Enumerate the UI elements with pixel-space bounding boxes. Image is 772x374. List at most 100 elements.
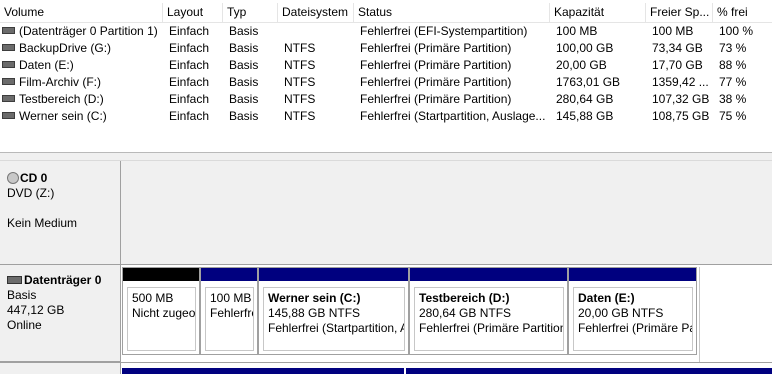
cd-media-area[interactable] xyxy=(121,161,772,265)
filesystem-cell: NTFS xyxy=(284,58,316,72)
cd-type: DVD (Z:) xyxy=(7,186,55,200)
volume-cell: BackupDrive (G:) xyxy=(0,40,165,57)
layout-cell: Einfach xyxy=(169,24,210,38)
partition-body: 100 MB Fehlerfrei (EFI-Systempartition) xyxy=(205,287,254,351)
partition-bar xyxy=(569,268,696,281)
column-header-type[interactable]: Typ xyxy=(223,3,278,22)
volume-icon xyxy=(2,61,15,69)
table-row[interactable]: BackupDrive (G:) Einfach Basis NTFS Fehl… xyxy=(0,40,772,57)
layout-cell: Einfach xyxy=(169,109,210,123)
capacity-cell: 20,00 GB xyxy=(556,58,607,72)
partition-body: Daten (E:) 20,00 GB NTFS Fehlerfrei (Pri… xyxy=(573,287,693,351)
disk0-size: 447,12 GB xyxy=(7,303,65,317)
partition-bar xyxy=(201,268,257,281)
partition-unallocated[interactable]: 500 MB Nicht zugeordnet xyxy=(122,267,200,355)
type-cell: Basis xyxy=(229,75,259,89)
free-space-cell: 73,34 GB xyxy=(652,41,703,55)
capacity-cell: 100,00 GB xyxy=(556,41,614,55)
status-cell: Fehlerfrei (Primäre Partition) xyxy=(360,92,512,106)
divider xyxy=(699,267,700,362)
free-space-cell: 1359,42 ... xyxy=(652,75,709,89)
table-row[interactable]: Film-Archiv (F:) Einfach Basis NTFS Fehl… xyxy=(0,74,772,91)
partition-name: Testbereich (D:) xyxy=(419,291,510,305)
capacity-cell: 145,88 GB xyxy=(556,109,614,123)
partition-status: Fehlerfrei (Startpartition, Auslagerungs… xyxy=(268,321,404,335)
partition-size: 145,88 GB NTFS xyxy=(268,306,361,320)
partition-size: 100 MB xyxy=(210,291,252,305)
partition-d[interactable]: Testbereich (D:) 280,64 GB NTFS Fehlerfr… xyxy=(409,267,568,355)
type-cell: Basis xyxy=(229,58,259,72)
disk-label-next[interactable] xyxy=(0,363,121,374)
table-row[interactable]: Testbereich (D:) Einfach Basis NTFS Fehl… xyxy=(0,91,772,108)
partition-body: 500 MB Nicht zugeordnet xyxy=(127,287,196,351)
volume-name: (Datenträger 0 Partition 1) xyxy=(19,24,158,38)
layout-cell: Einfach xyxy=(169,75,210,89)
type-cell: Basis xyxy=(229,41,259,55)
type-cell: Basis xyxy=(229,109,259,123)
column-header-filesystem[interactable]: Dateisystem xyxy=(278,3,354,22)
disk-map: CD 0 DVD (Z:) Kein Medium Datenträger 0 … xyxy=(0,161,772,374)
partition-size: 500 MB xyxy=(132,291,174,305)
partition-status: Fehlerfrei (Primäre Partition) xyxy=(578,321,692,335)
volume-icon xyxy=(2,78,15,86)
percent-free-cell: 73 % xyxy=(719,41,747,55)
filesystem-cell: NTFS xyxy=(284,92,316,106)
volume-icon xyxy=(2,44,15,52)
table-row[interactable]: (Datenträger 0 Partition 1) Einfach Basi… xyxy=(0,23,772,40)
disk-label-disk0[interactable]: Datenträger 0 Basis 447,12 GB Online xyxy=(0,265,121,362)
filesystem-cell: NTFS xyxy=(284,75,316,89)
partition-bar xyxy=(259,268,408,281)
column-header-percent-free[interactable]: % frei xyxy=(713,3,772,22)
status-cell: Fehlerfrei (Primäre Partition) xyxy=(360,75,512,89)
status-cell: Fehlerfrei (Primäre Partition) xyxy=(360,58,512,72)
free-space-cell: 100 MB xyxy=(652,24,694,38)
column-header-capacity[interactable]: Kapazität xyxy=(550,3,646,22)
table-row[interactable]: Werner sein (C:) Einfach Basis NTFS Fehl… xyxy=(0,108,772,125)
column-header-layout[interactable]: Layout xyxy=(163,3,223,22)
disk0-type: Basis xyxy=(7,288,37,302)
table-row[interactable]: Daten (E:) Einfach Basis NTFS Fehlerfrei… xyxy=(0,57,772,74)
volume-name: Werner sein (C:) xyxy=(19,109,107,123)
partition-e[interactable]: Daten (E:) 20,00 GB NTFS Fehlerfrei (Pri… xyxy=(568,267,697,355)
free-space-cell: 107,32 GB xyxy=(652,92,710,106)
percent-free-cell: 38 % xyxy=(719,92,747,106)
cd-media-status: Kein Medium xyxy=(7,216,78,230)
pane-splitter[interactable] xyxy=(0,152,772,161)
cd-title-line: CD 0 xyxy=(7,171,120,186)
disk-label-cd0[interactable]: CD 0 DVD (Z:) Kein Medium xyxy=(0,161,121,265)
percent-free-cell: 88 % xyxy=(719,58,747,72)
free-space-cell: 108,75 GB xyxy=(652,109,710,123)
volume-icon xyxy=(2,27,15,35)
disk0-title-line: Datenträger 0 xyxy=(7,273,120,288)
column-header-status[interactable]: Status xyxy=(354,3,550,22)
partition-status: Fehlerfrei (Primäre Partition) xyxy=(419,321,564,335)
volume-cell: Film-Archiv (F:) xyxy=(0,74,165,91)
free-space-cell: 17,70 GB xyxy=(652,58,703,72)
layout-cell: Einfach xyxy=(169,92,210,106)
status-cell: Fehlerfrei (Startpartition, Auslage... xyxy=(360,109,546,123)
percent-free-cell: 100 % xyxy=(719,24,754,38)
type-cell: Basis xyxy=(229,24,259,38)
volume-name: Daten (E:) xyxy=(19,58,74,72)
partition-bar[interactable] xyxy=(406,368,772,374)
volume-icon xyxy=(2,112,15,120)
partition-c[interactable]: Werner sein (C:) 145,88 GB NTFS Fehlerfr… xyxy=(258,267,409,355)
column-header-volume[interactable]: Volume xyxy=(0,3,163,22)
volume-cell: Werner sein (C:) xyxy=(0,108,165,125)
disk-row-next xyxy=(0,362,772,374)
volume-list: Volume Layout Typ Dateisystem Status Kap… xyxy=(0,0,772,152)
column-header-free-space[interactable]: Freier Sp... xyxy=(646,3,713,22)
volume-name: BackupDrive (G:) xyxy=(19,41,112,55)
volume-cell: (Datenträger 0 Partition 1) xyxy=(0,23,165,40)
partition-bar xyxy=(123,268,199,281)
partition-bar[interactable] xyxy=(122,368,404,374)
filesystem-cell: NTFS xyxy=(284,109,316,123)
disk0-state: Online xyxy=(7,318,42,332)
partition-efi[interactable]: 100 MB Fehlerfrei (EFI-Systempartition) xyxy=(200,267,258,355)
volume-name: Testbereich (D:) xyxy=(19,92,104,106)
partition-body: Testbereich (D:) 280,64 GB NTFS Fehlerfr… xyxy=(414,287,564,351)
status-cell: Fehlerfrei (EFI-Systempartition) xyxy=(360,24,528,38)
partition-bar xyxy=(410,268,567,281)
filesystem-cell xyxy=(278,23,354,40)
